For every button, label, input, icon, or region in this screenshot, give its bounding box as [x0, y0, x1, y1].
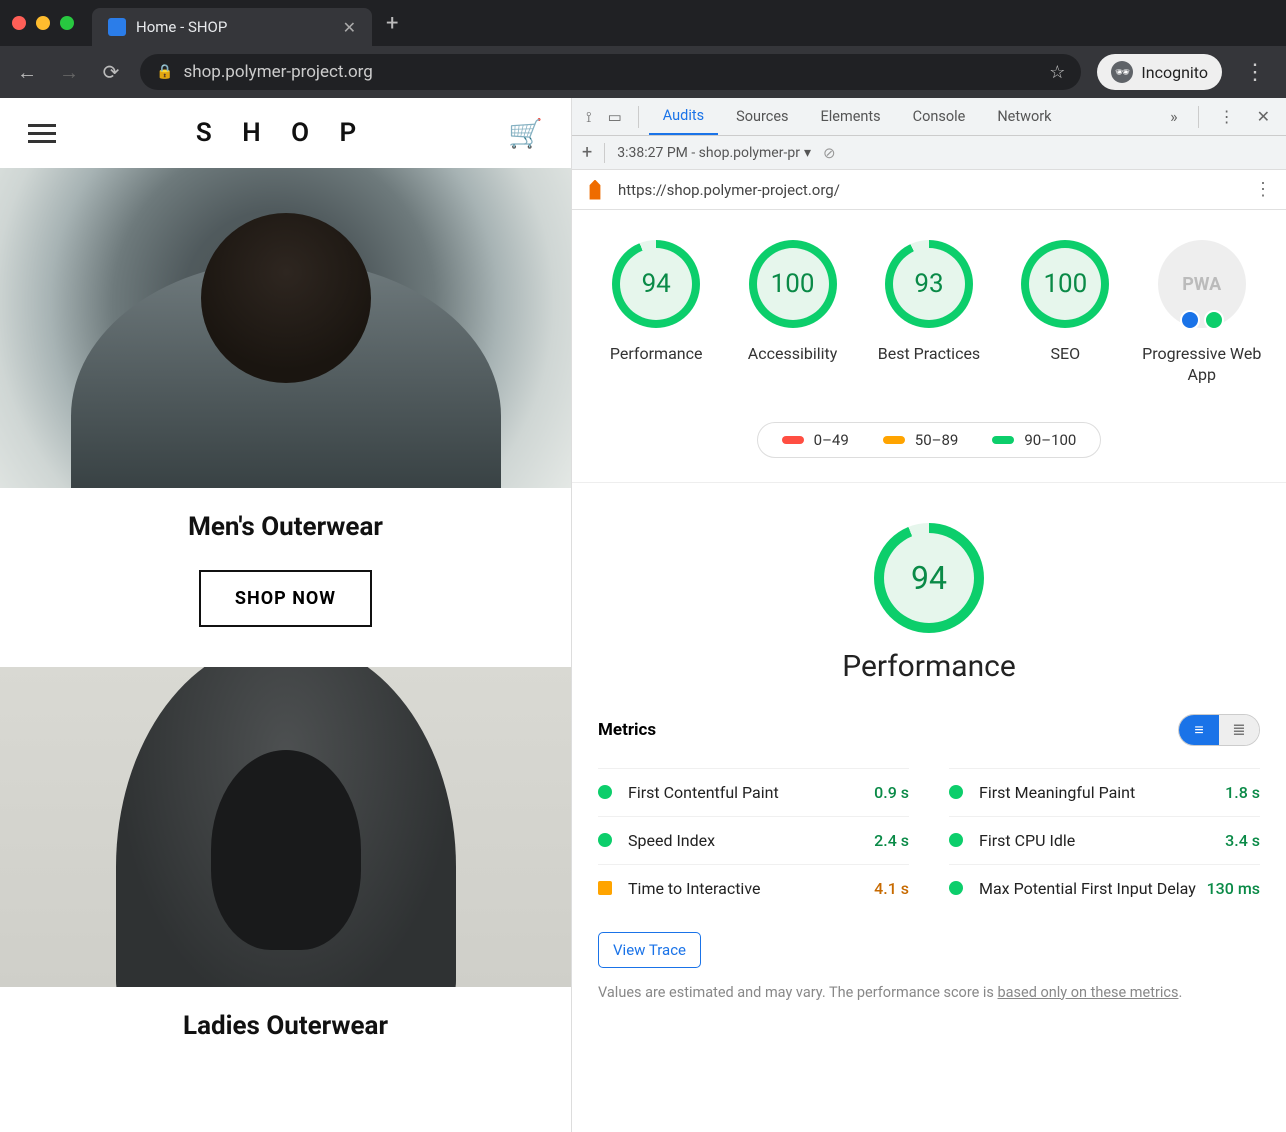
pwa-fast-badge-icon: [1180, 310, 1200, 330]
gauge-pwa[interactable]: PWA Progressive Web App: [1142, 240, 1262, 386]
tab-sources[interactable]: Sources: [722, 98, 802, 135]
lock-icon: 🔒: [156, 64, 173, 80]
window-zoom-button[interactable]: [60, 16, 74, 30]
metric-row[interactable]: First Meaningful Paint 1.8 s: [949, 768, 1260, 816]
metrics-view-toggle[interactable]: ≡ ≣: [1178, 714, 1260, 746]
rendered-page: S H O P 🛒 Men's Outerwear SHOP NOW Ladie…: [0, 98, 572, 1132]
metrics-heading: Metrics: [598, 720, 656, 740]
lighthouse-icon: [586, 180, 604, 200]
url-text: shop.polymer-project.org: [183, 62, 372, 82]
status-dot-icon: [949, 785, 963, 799]
clear-audit-icon[interactable]: ⊘: [823, 144, 836, 162]
disclaimer-link[interactable]: based only on these metrics: [998, 984, 1179, 1001]
tab-console[interactable]: Console: [899, 98, 980, 135]
metric-row[interactable]: Speed Index 2.4 s: [598, 816, 909, 864]
gauge-accessibility[interactable]: 100 Accessibility: [733, 240, 853, 386]
score-legend: 0–49 50–89 90–100: [572, 408, 1286, 483]
pwa-badge-text: PWA: [1182, 274, 1221, 295]
status-dot-icon: [598, 881, 612, 895]
devtools-panel: ⟟ ▭ Audits Sources Elements Console Netw…: [572, 98, 1286, 1132]
score-gauges: 94 Performance 100 Accessibility 93 Best…: [572, 210, 1286, 408]
audit-run-dropdown[interactable]: 3:38:27 PM - shop.polymer-pr ▾: [617, 145, 811, 161]
status-dot-icon: [949, 833, 963, 847]
metrics-grid: First Contentful Paint 0.9 s Speed Index…: [598, 768, 1260, 912]
devtools-close-button[interactable]: ✕: [1249, 107, 1278, 126]
audits-toolbar: + 3:38:27 PM - shop.polymer-pr ▾ ⊘: [572, 136, 1286, 170]
reload-button[interactable]: ⟳: [98, 60, 124, 84]
window-minimize-button[interactable]: [36, 16, 50, 30]
shop-header: S H O P 🛒: [0, 98, 571, 168]
legend-range-avg: 50–89: [915, 431, 959, 449]
category-hero-image[interactable]: [0, 168, 571, 488]
gauge-best-practices[interactable]: 93 Best Practices: [869, 240, 989, 386]
metric-row[interactable]: First Contentful Paint 0.9 s: [598, 768, 909, 816]
metrics-disclaimer: Values are estimated and may vary. The p…: [598, 982, 1260, 1004]
toggle-expanded-icon[interactable]: ≣: [1219, 715, 1259, 745]
audit-run-label: 3:38:27 PM - shop.polymer-pr: [617, 145, 800, 161]
inspect-element-icon[interactable]: ⟟: [580, 108, 598, 126]
bookmark-star-icon[interactable]: ☆: [1049, 62, 1065, 83]
cart-icon[interactable]: 🛒: [508, 117, 543, 150]
back-button[interactable]: ←: [14, 60, 40, 85]
tab-elements[interactable]: Elements: [807, 98, 895, 135]
incognito-label: Incognito: [1141, 63, 1208, 82]
status-dot-icon: [598, 785, 612, 799]
view-trace-button[interactable]: View Trace: [598, 932, 701, 968]
legend-range-fail: 0–49: [814, 431, 849, 449]
metric-row[interactable]: Max Potential First Input Delay 130 ms: [949, 864, 1260, 912]
browser-toolbar: ← → ⟳ 🔒 shop.polymer-project.org ☆ 🕶 Inc…: [0, 46, 1286, 98]
category-ladies: Ladies Outerwear: [0, 667, 571, 1041]
gauge-performance[interactable]: 94 Performance: [596, 240, 716, 386]
address-bar[interactable]: 🔒 shop.polymer-project.org ☆: [140, 54, 1081, 90]
separator: [1198, 106, 1199, 128]
audited-url: https://shop.polymer-project.org/: [618, 181, 1240, 199]
new-tab-button[interactable]: +: [386, 11, 398, 36]
menu-button[interactable]: [28, 119, 56, 148]
separator: [638, 106, 639, 128]
metric-row[interactable]: First CPU Idle 3.4 s: [949, 816, 1260, 864]
legend-swatch-red: [782, 436, 804, 444]
devtools-tab-bar: ⟟ ▭ Audits Sources Elements Console Netw…: [572, 98, 1286, 136]
toggle-condensed-icon[interactable]: ≡: [1179, 715, 1219, 745]
category-title: Men's Outerwear: [0, 512, 571, 542]
shop-logo[interactable]: S H O P: [196, 118, 368, 148]
incognito-indicator[interactable]: 🕶 Incognito: [1097, 54, 1222, 90]
window-close-button[interactable]: [12, 16, 26, 30]
tab-close-button[interactable]: ✕: [343, 18, 356, 37]
new-audit-button[interactable]: +: [582, 142, 592, 163]
devtools-menu-button[interactable]: ⋮: [1211, 107, 1243, 126]
category-hero-image[interactable]: [0, 667, 571, 987]
tab-favicon: [108, 18, 126, 36]
gauge-seo[interactable]: 100 SEO: [1005, 240, 1125, 386]
category-mens: Men's Outerwear SHOP NOW: [0, 168, 571, 667]
more-tabs-button[interactable]: »: [1162, 107, 1186, 126]
browser-tab-strip: Home - SHOP ✕ +: [0, 0, 1286, 46]
legend-swatch-green: [992, 436, 1014, 444]
browser-menu-button[interactable]: ⋮: [1238, 60, 1272, 85]
status-dot-icon: [598, 833, 612, 847]
chevron-down-icon: ▾: [804, 145, 811, 161]
incognito-icon: 🕶: [1111, 61, 1133, 83]
legend-range-pass: 90–100: [1024, 431, 1076, 449]
metric-row[interactable]: Time to Interactive 4.1 s: [598, 864, 909, 912]
pwa-installable-badge-icon: [1204, 310, 1224, 330]
forward-button[interactable]: →: [56, 60, 82, 85]
tab-title: Home - SHOP: [136, 18, 333, 36]
separator: [604, 143, 605, 163]
window-controls: [12, 16, 74, 30]
shop-now-button[interactable]: SHOP NOW: [199, 570, 372, 627]
status-dot-icon: [949, 881, 963, 895]
category-title: Ladies Outerwear: [0, 1011, 571, 1041]
legend-swatch-orange: [883, 436, 905, 444]
tab-network[interactable]: Network: [983, 98, 1065, 135]
device-toolbar-icon[interactable]: ▭: [602, 108, 628, 126]
performance-gauge-large: 94 Performance: [598, 523, 1260, 684]
tab-audits[interactable]: Audits: [649, 98, 718, 135]
performance-title: Performance: [598, 649, 1260, 684]
report-menu-button[interactable]: ⋮: [1254, 179, 1272, 200]
audit-url-bar: https://shop.polymer-project.org/ ⋮: [572, 170, 1286, 210]
browser-tab[interactable]: Home - SHOP ✕: [92, 8, 372, 46]
performance-section: 94 Performance Metrics ≡ ≣ First Content…: [572, 483, 1286, 1024]
